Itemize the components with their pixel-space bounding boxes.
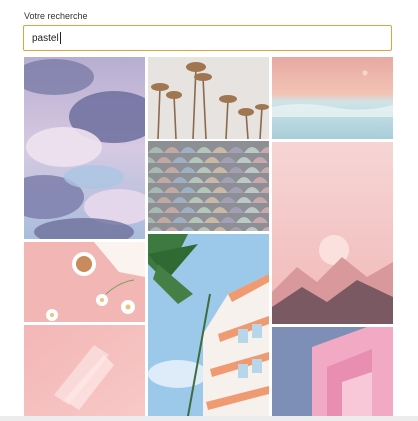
image-result-pink-architecture[interactable] [272, 327, 393, 416]
building-palm-photo [148, 234, 269, 416]
image-result-tiles[interactable] [148, 141, 269, 231]
image-result-building-palm[interactable] [148, 234, 269, 416]
image-result-clouds[interactable] [24, 57, 145, 239]
search-results-page: Votre recherche pastel [0, 0, 418, 421]
search-input-value: pastel [32, 32, 59, 44]
pink-architecture-photo [272, 327, 393, 416]
text-caret [59, 32, 61, 44]
mountains-moon-photo [272, 142, 393, 324]
sea-sky-photo [272, 57, 393, 139]
bottom-scroll-area [0, 416, 418, 421]
tiles-photo [148, 141, 269, 231]
palm-trees-photo [148, 57, 269, 139]
image-result-coffee-flowers[interactable] [24, 242, 145, 322]
pink-texture-photo [24, 325, 145, 416]
image-result-sea-sky[interactable] [272, 57, 393, 139]
image-result-palm-trees[interactable] [148, 57, 269, 139]
search-label: Votre recherche [24, 11, 88, 21]
image-result-mountains-moon[interactable] [272, 142, 393, 324]
clouds-photo [24, 57, 145, 239]
search-input[interactable]: pastel [23, 25, 392, 51]
coffee-flowers-photo [24, 242, 145, 322]
image-result-pink-texture[interactable] [24, 325, 145, 416]
